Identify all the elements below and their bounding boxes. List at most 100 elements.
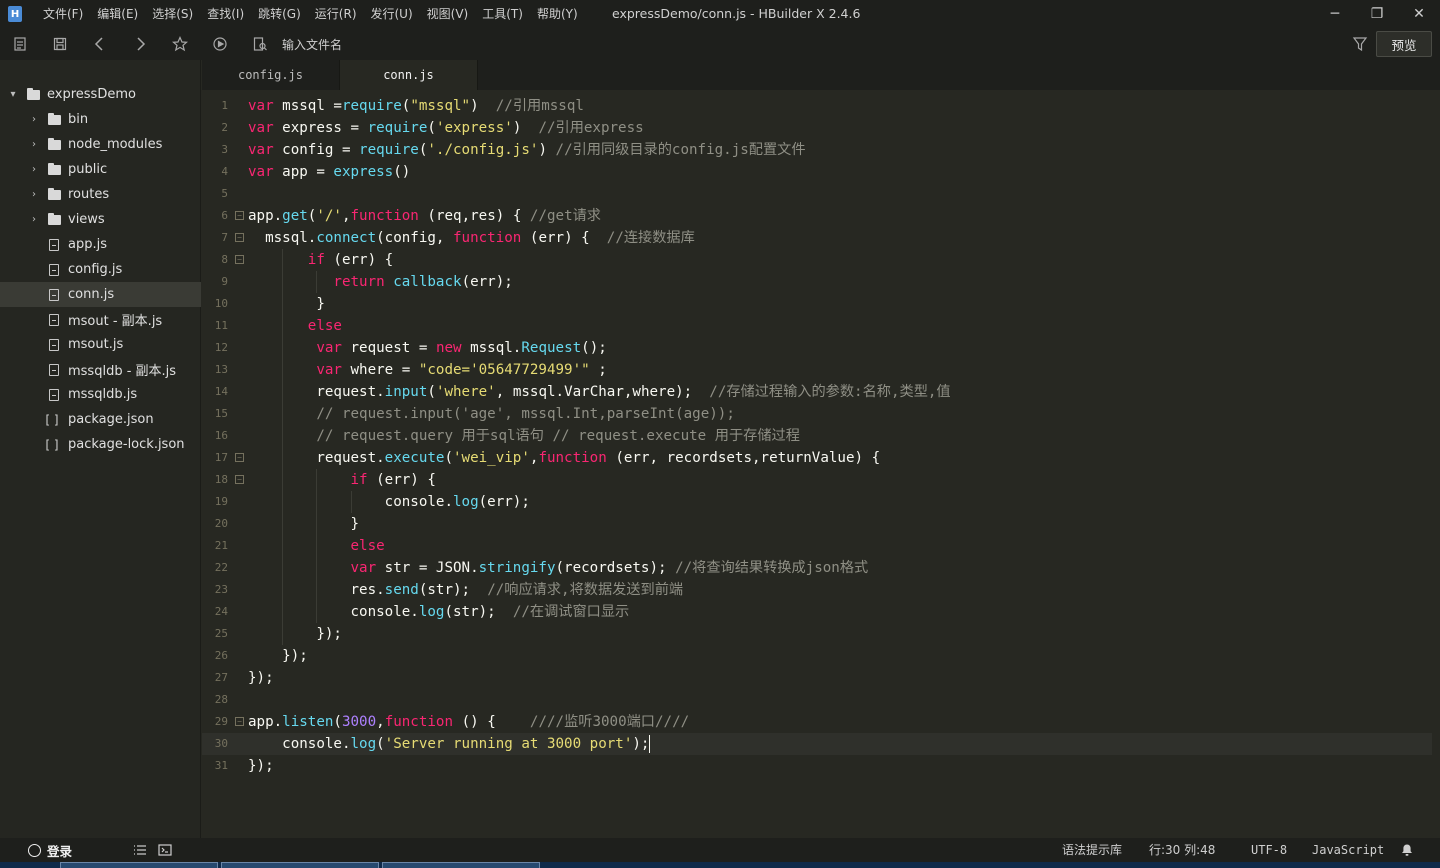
menu-publish[interactable]: 发行(U) [364,0,420,28]
code-line[interactable]: 7− mssql.connect(config, function (err) … [202,227,1432,249]
code-line[interactable]: 26 }); [202,645,1432,667]
menu-select[interactable]: 选择(S) [145,0,200,28]
tree-item-msout-js[interactable]: msout.js [0,332,201,357]
tree-item-package-lock-json[interactable]: [] package-lock.json [0,432,201,457]
fold-toggle-icon[interactable]: − [235,717,244,726]
code-line[interactable]: 15 // request.input('age', mssql.Int,par… [202,403,1432,425]
tree-item-label: public [68,162,108,177]
js-file-icon [47,363,61,376]
code-line[interactable]: 3 var config = require('./config.js') //引… [202,139,1432,161]
menu-run[interactable]: 运行(R) [308,0,364,28]
tree-item-app-js[interactable]: app.js [0,232,201,257]
tree-item-mssqldb-copy-js[interactable]: mssqldb - 副本.js [0,357,201,382]
code-line[interactable]: 4 var app = express() [202,161,1432,183]
new-file-icon[interactable] [0,28,40,60]
tree-item-conn-js[interactable]: conn.js [0,282,201,307]
menu-help[interactable]: 帮助(Y) [530,0,585,28]
login-button[interactable]: 登录 [28,838,72,862]
tree-item-config-js[interactable]: config.js [0,257,201,282]
chevron-right-icon[interactable]: › [28,214,40,226]
taskbar-item[interactable] [60,862,218,868]
tree-item-expressdemo[interactable]: ▾ expressDemo [0,82,201,107]
tree-item-msout-copy-js[interactable]: msout - 副本.js [0,307,201,332]
bell-icon[interactable] [1400,843,1414,857]
menu-view[interactable]: 视图(V) [420,0,476,28]
tab-conn-js[interactable]: conn.js [340,60,478,90]
tree-item-views[interactable]: › views [0,207,201,232]
chevron-right-icon[interactable]: › [28,189,40,201]
forward-icon[interactable] [120,28,160,60]
code-line[interactable]: 19 console.log(err); [202,491,1432,513]
tree-item-package-json[interactable]: [] package.json [0,407,201,432]
star-icon[interactable] [160,28,200,60]
tree-item-mssqldb-js[interactable]: mssqldb.js [0,382,201,407]
code-line[interactable]: 9 return callback(err); [202,271,1432,293]
code-text: }); [248,670,274,686]
code-line[interactable]: 12 var request = new mssql.Request(); [202,337,1432,359]
taskbar-item[interactable] [382,862,540,868]
fold-toggle-icon[interactable]: − [235,475,244,484]
menu-tools[interactable]: 工具(T) [475,0,530,28]
hint-library-button[interactable]: 语法提示库 [1062,838,1122,862]
code-line[interactable]: 2 var express = require('express') //引用ex… [202,117,1432,139]
tree-item-public[interactable]: › public [0,157,201,182]
code-line[interactable]: 5 [202,183,1432,205]
menu-find[interactable]: 查找(I) [200,0,251,28]
code-line[interactable]: 24 console.log(str); //在调试窗口显示 [202,601,1432,623]
code-line[interactable]: 22 var str = JSON.stringify(recordsets);… [202,557,1432,579]
menu-file[interactable]: 文件(F) [36,0,90,28]
encoding-selector[interactable]: UTF-8 [1251,838,1287,862]
console-icon[interactable] [158,843,172,857]
fold-toggle-icon[interactable]: − [235,233,244,242]
code-line[interactable]: 8− if (err) { [202,249,1432,271]
code-editor[interactable]: 1 var mssql =require("mssql") //引用mssql 2 v… [202,90,1440,838]
tab-config-js[interactable]: config.js [202,60,340,90]
code-text: request.execute('wei_vip',function (err,… [248,450,881,466]
restore-button[interactable]: ❐ [1356,0,1398,28]
code-line[interactable]: 27}); [202,667,1432,689]
close-button[interactable]: ✕ [1398,0,1440,28]
save-icon[interactable] [40,28,80,60]
code-line[interactable]: 30 console.log('Server running at 3000 p… [202,733,1432,755]
menu-goto[interactable]: 跳转(G) [251,0,308,28]
chevron-right-icon[interactable]: › [28,139,40,151]
fold-toggle-icon[interactable]: − [235,453,244,462]
code-line[interactable]: 29− app.listen(3000,function () { ////监听3… [202,711,1432,733]
chevron-right-icon[interactable]: › [28,164,40,176]
filter-icon[interactable] [1352,36,1368,52]
line-number: 8 [221,253,228,266]
code-line[interactable]: 20 } [202,513,1432,535]
tree-item-routes[interactable]: › routes [0,182,201,207]
code-line[interactable]: 11 else [202,315,1432,337]
chevron-right-icon[interactable]: › [28,114,40,126]
code-line[interactable]: 13 var where = "code='05647729499'" ; [202,359,1432,381]
code-line[interactable]: 1 var mssql =require("mssql") //引用mssql [202,95,1432,117]
file-search-input[interactable]: 输入文件名 [282,36,342,53]
run-icon[interactable] [200,28,240,60]
fold-toggle-icon[interactable]: − [235,211,244,220]
code-line[interactable]: 23 res.send(str); //响应请求,将数据发送到前端 [202,579,1432,601]
chevron-down-icon[interactable]: ▾ [7,89,19,101]
cursor-position[interactable]: 行:30 列:48 [1149,838,1215,862]
file-search-icon[interactable] [240,28,280,60]
code-line[interactable]: 6− app.get('/',function (req,res) { //get… [202,205,1432,227]
code-line[interactable]: 31}); [202,755,1432,777]
preview-button[interactable]: 预览 [1376,31,1432,57]
code-line[interactable]: 10 } [202,293,1432,315]
language-selector[interactable]: JavaScript [1312,838,1384,862]
code-line[interactable]: 21 else [202,535,1432,557]
code-line[interactable]: 25 }); [202,623,1432,645]
code-line[interactable]: 28 [202,689,1432,711]
taskbar-item[interactable] [221,862,379,868]
code-line[interactable]: 16 // request.query 用于sql语句 // request.e… [202,425,1432,447]
code-line[interactable]: 17− request.execute('wei_vip',function (… [202,447,1432,469]
tree-item-bin[interactable]: › bin [0,107,201,132]
code-line[interactable]: 14 request.input('where', mssql.VarChar,… [202,381,1432,403]
list-icon[interactable] [133,843,147,857]
fold-toggle-icon[interactable]: − [235,255,244,264]
tree-item-node-modules[interactable]: › node_modules [0,132,201,157]
back-icon[interactable] [80,28,120,60]
menu-edit[interactable]: 编辑(E) [90,0,145,28]
code-line[interactable]: 18− if (err) { [202,469,1432,491]
minimize-button[interactable]: ─ [1314,0,1356,28]
